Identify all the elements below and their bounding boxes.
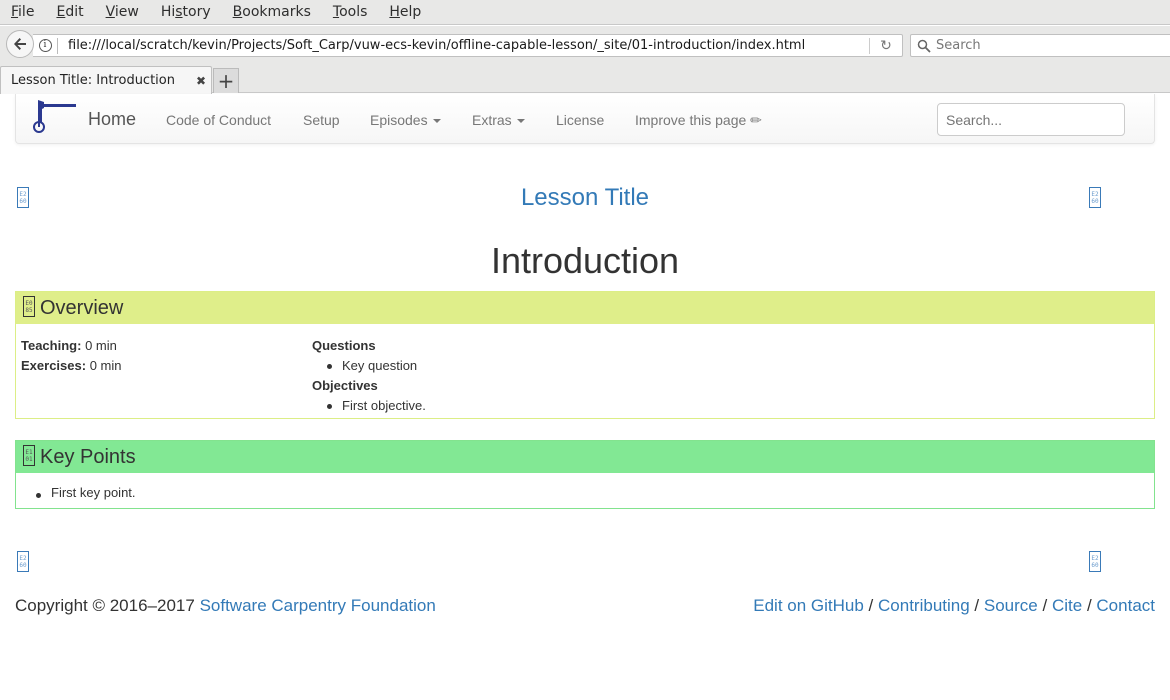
menu-tools[interactable]: Tools [323, 4, 378, 20]
caret-down-icon [432, 119, 441, 124]
keypoints-icon: E1 01 [23, 444, 35, 466]
questions-heading: Questions [312, 338, 376, 353]
new-tab-button[interactable]: + [213, 68, 239, 93]
browser-search-placeholder: Search [936, 38, 981, 53]
keypoints-body: First key point. [16, 473, 1154, 500]
cite-link[interactable]: Cite [1052, 596, 1082, 615]
site-navbar: Home Code of Conduct Setup Episodes Extr… [15, 94, 1155, 144]
footer-links: Edit on GitHub / Contributing / Source /… [753, 596, 1155, 616]
keypoint-item: First key point. [36, 485, 1154, 500]
nav-extras-dropdown[interactable]: Extras [472, 112, 525, 128]
footer-separator: / [868, 596, 874, 615]
keypoints-title: Key Points [40, 445, 136, 468]
url-text[interactable]: file:///local/scratch/kevin/Projects/Sof… [68, 38, 869, 53]
tab-strip: Lesson Title: Introduction ✖ + [0, 63, 1170, 94]
next-episode-icon-bottom[interactable]: E2 60 [1089, 551, 1101, 572]
nav-code-of-conduct[interactable]: Code of Conduct [166, 112, 271, 128]
reload-icon[interactable]: ↻ [870, 38, 902, 54]
footer-separator: / [974, 596, 980, 615]
copyright-text: Copyright © 2016–2017 [15, 596, 195, 615]
previous-episode-icon-bottom[interactable]: E2 60 [17, 551, 29, 572]
teaching-time: Teaching: 0 min [21, 338, 117, 353]
question-item: Key question [327, 356, 426, 376]
contact-link[interactable]: Contact [1096, 596, 1155, 615]
web-page: Home Code of Conduct Setup Episodes Extr… [0, 94, 1170, 700]
overview-icon: E0 85 [23, 295, 35, 317]
foundation-link[interactable]: Software Carpentry Foundation [200, 596, 436, 615]
browser-menubar: File Edit View History Bookmarks Tools H… [0, 0, 1170, 25]
browser-toolbar: i file:///local/scratch/kevin/Projects/S… [0, 26, 1170, 63]
caret-down-icon [516, 119, 525, 124]
overview-timing: Teaching: 0 min Exercises: 0 min [21, 336, 121, 376]
url-bar[interactable]: i file:///local/scratch/kevin/Projects/S… [33, 34, 903, 57]
edit-on-github-link[interactable]: Edit on GitHub [753, 596, 864, 615]
back-button[interactable] [6, 30, 34, 58]
exercises-time: Exercises: 0 min [21, 358, 122, 373]
search-icon [917, 39, 931, 53]
next-episode-icon[interactable]: E2 60 [1089, 187, 1101, 208]
tab-title: Lesson Title: Introduction [11, 73, 175, 88]
objectives-heading: Objectives [312, 378, 378, 393]
overview-panel: E0 85 Overview Teaching: 0 min Exercises:… [15, 291, 1155, 419]
footer-separator: / [1042, 596, 1048, 615]
keypoints-panel: E1 01 Key Points First key point. [15, 440, 1155, 509]
nav-improve-page[interactable]: Improve this page ✏ [635, 112, 762, 129]
url-separator [57, 37, 58, 54]
nav-setup[interactable]: Setup [303, 112, 340, 128]
site-info-icon[interactable]: i [33, 39, 57, 52]
nav-episodes-dropdown[interactable]: Episodes [370, 112, 441, 128]
menu-edit[interactable]: Edit [46, 4, 93, 20]
menu-bookmarks[interactable]: Bookmarks [223, 4, 321, 20]
back-arrow-icon [14, 38, 26, 50]
overview-body: Teaching: 0 min Exercises: 0 min Questio… [16, 324, 1154, 418]
menu-help[interactable]: Help [379, 4, 431, 20]
overview-header: E0 85 Overview [16, 292, 1154, 324]
page-title: Introduction [490, 240, 680, 281]
footer-separator: / [1086, 596, 1092, 615]
source-link[interactable]: Source [984, 596, 1038, 615]
footer-copyright: Copyright © 2016–2017 Software Carpentry… [15, 596, 436, 616]
contributing-link[interactable]: Contributing [878, 596, 970, 615]
objective-item: First objective. [327, 396, 426, 416]
overview-questions-objectives: Questions Key question Objectives First … [312, 336, 426, 416]
menu-view[interactable]: View [96, 4, 149, 20]
browser-search-bar[interactable]: Search [910, 34, 1170, 57]
keypoints-header: E1 01 Key Points [16, 441, 1154, 473]
lesson-title-link[interactable]: Lesson Title [0, 184, 1170, 212]
menu-file[interactable]: File [0, 4, 44, 20]
tab-lesson-introduction[interactable]: Lesson Title: Introduction ✖ [0, 66, 212, 94]
overview-title: Overview [40, 296, 124, 319]
nav-home-link[interactable]: Home [88, 109, 136, 130]
nav-episodes-label: Episodes [370, 112, 428, 128]
menu-history[interactable]: History [151, 4, 221, 20]
nav-license[interactable]: License [556, 112, 604, 128]
nav-extras-label: Extras [472, 112, 512, 128]
software-carpentry-logo[interactable] [30, 98, 78, 134]
close-tab-icon[interactable]: ✖ [191, 74, 211, 88]
site-search-input[interactable] [937, 103, 1125, 136]
